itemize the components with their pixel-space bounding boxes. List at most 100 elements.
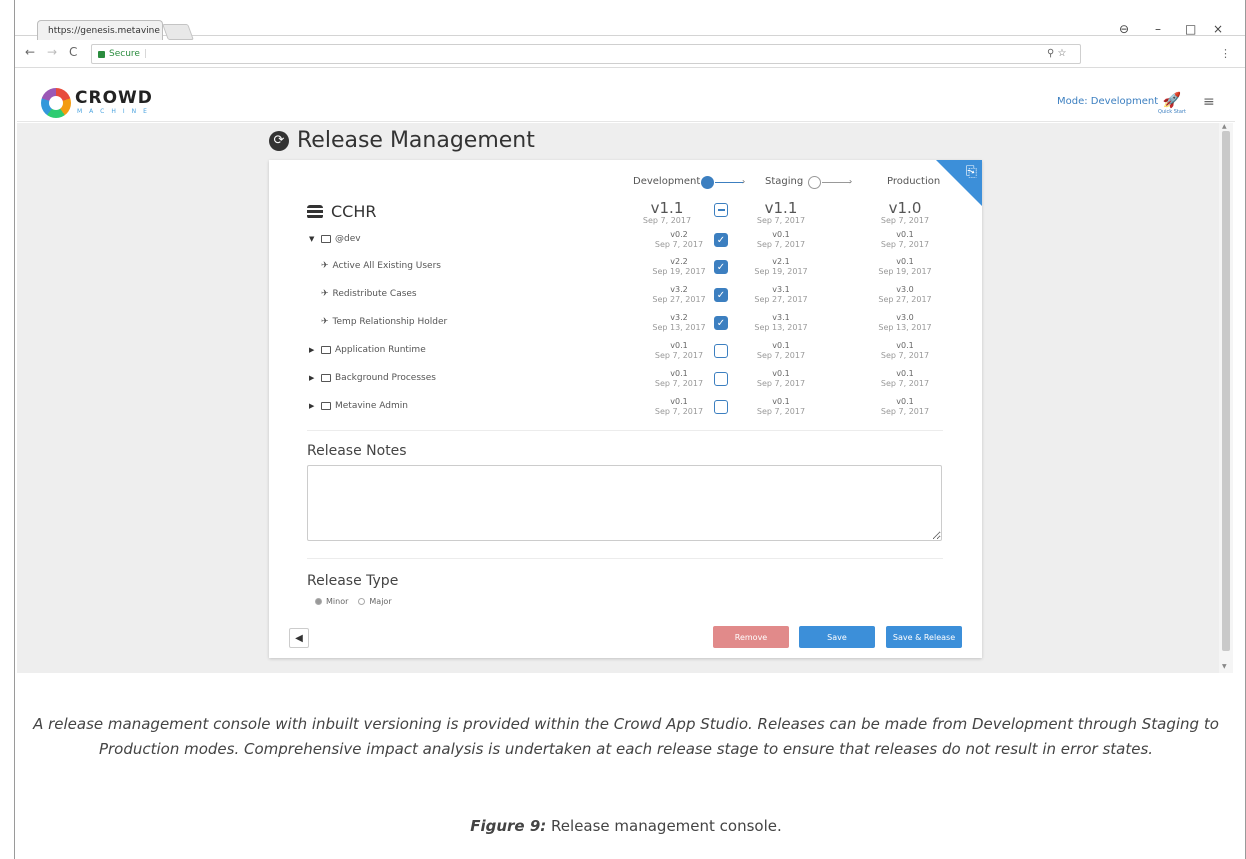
arrow-left-icon: ◀ (295, 632, 303, 644)
vertical-scrollbar[interactable]: ▲ ▼ (1219, 123, 1233, 673)
row-name[interactable]: ✈ Active All Existing Users (321, 261, 441, 271)
row-checkbox[interactable]: ✓ (714, 233, 728, 247)
radio-minor[interactable] (315, 598, 322, 605)
caret-right-icon[interactable]: ▶ (309, 374, 317, 382)
table-row: ▶ Background Processes v0.1 Sep 7, 2017 v… (269, 367, 982, 395)
staging-version: v0.1 Sep 7, 2017 (756, 369, 806, 388)
url-input[interactable]: Secure | (91, 44, 1081, 64)
save-release-button[interactable]: Save & Release (886, 626, 962, 648)
staging-version: v0.1 Sep 7, 2017 (756, 230, 806, 249)
stage-dot-inactive (808, 176, 821, 189)
quick-start-button[interactable]: 🚀 Quick Start (1157, 90, 1187, 115)
browser-titlebar: https://genesis.metavine × ⊖ – □ × (15, 0, 1245, 40)
table-row: ▼ @dev v0.2 Sep 7, 2017 ✓ v0.1 Sep 7, 2017… (269, 228, 982, 256)
figure-description: A release management console with inbuil… (33, 715, 1219, 758)
stage-connector (715, 182, 743, 183)
row-checkbox[interactable] (714, 372, 728, 386)
dev-version: v3.2 Sep 27, 2017 (652, 285, 706, 304)
radio-major[interactable] (358, 598, 366, 605)
dev-version: v0.1 Sep 7, 2017 (654, 341, 704, 360)
release-type-radios: Minor Major (315, 597, 392, 606)
row-name[interactable]: ✈ Redistribute Cases (321, 289, 417, 299)
app-version-row: v1.1 Sep 7, 2017 v1.1 Sep 7, 2017 v1.0 S… (269, 198, 982, 226)
production-version: v3.0 Sep 13, 2017 (878, 313, 932, 332)
caret-right-icon[interactable]: ▶ (309, 402, 317, 410)
row-name[interactable]: ✈ Temp Relationship Holder (321, 317, 447, 327)
staging-version: v3.1 Sep 13, 2017 (754, 313, 808, 332)
row-name[interactable]: ▼ @dev (309, 234, 361, 244)
staging-version: v0.1 Sep 7, 2017 (756, 397, 806, 416)
figure-text: Release management console. (551, 817, 782, 835)
stage-connector (822, 182, 850, 183)
production-version: v0.1 Sep 19, 2017 (878, 257, 932, 276)
remove-button[interactable]: Remove (713, 626, 789, 648)
dev-version: v0.2 Sep 7, 2017 (654, 230, 704, 249)
figure-label: Figure 9: (470, 817, 547, 835)
release-notes-input[interactable] (307, 465, 942, 541)
hamburger-menu-icon[interactable]: ≡ (1203, 94, 1215, 110)
new-tab-button[interactable] (162, 24, 194, 40)
profile-icon[interactable]: ⊖ (1119, 22, 1129, 36)
scroll-down-icon[interactable]: ▼ (1222, 663, 1227, 670)
process-icon: ✈ (321, 289, 329, 299)
scroll-thumb[interactable] (1222, 131, 1230, 651)
app-header: CROWD MACHINE Mode: Development 🚀 Quick … (17, 82, 1235, 122)
tab-title: https://genesis.metavine (48, 25, 160, 36)
row-name[interactable]: ▶ Metavine Admin (309, 401, 408, 411)
app-dev-version: v1.1 Sep 7, 2017 (642, 199, 692, 225)
stage-development: Development (633, 176, 701, 187)
close-window-icon[interactable]: × (1213, 22, 1223, 36)
row-checkbox[interactable]: ✓ (714, 316, 728, 330)
document-frame: https://genesis.metavine × ⊖ – □ × ← → C… (14, 0, 1246, 859)
caret-down-icon[interactable]: ▼ (309, 235, 317, 243)
table-row: ▶ Application Runtime v0.1 Sep 7, 2017 v0… (269, 339, 982, 367)
stage-progress: Development › Staging › Production (269, 174, 982, 192)
radio-major-label: Major (369, 597, 392, 606)
process-icon: ✈ (321, 317, 329, 327)
page-title: ⟳ Release Management (269, 128, 535, 153)
browser-tab[interactable]: https://genesis.metavine × (37, 20, 171, 40)
key-star-icons[interactable]: ⚲ ☆ (1047, 48, 1066, 59)
staging-version: v3.1 Sep 27, 2017 (754, 285, 808, 304)
browser-menu-icon[interactable]: ⋮ (1220, 47, 1231, 60)
row-checkbox[interactable] (714, 400, 728, 414)
logo-subtext: MACHINE (77, 108, 154, 115)
row-name[interactable]: ▶ Background Processes (309, 373, 436, 383)
app-production-version: v1.0 Sep 7, 2017 (880, 199, 930, 225)
row-name[interactable]: ▶ Application Runtime (309, 345, 426, 355)
stage-arrow-icon: › (742, 177, 746, 186)
reload-icon[interactable]: C (69, 45, 77, 59)
scroll-up-icon[interactable]: ▲ (1222, 123, 1227, 130)
lock-icon (98, 50, 105, 58)
select-all-checkbox[interactable] (714, 203, 728, 217)
crowd-logo-icon (41, 88, 71, 118)
maximize-icon[interactable]: □ (1185, 22, 1196, 36)
mode-link[interactable]: Mode: Development (1057, 96, 1158, 107)
table-row: ✈ Temp Relationship Holder v3.2 Sep 13, 2… (269, 311, 982, 339)
production-version: v0.1 Sep 7, 2017 (880, 230, 930, 249)
table-row: ✈ Redistribute Cases v3.2 Sep 27, 2017 ✓ … (269, 283, 982, 311)
staging-version: v2.1 Sep 19, 2017 (754, 257, 808, 276)
stage-production: Production (887, 176, 941, 187)
release-card: ⎘ Development › Staging › Production CCH… (269, 160, 982, 658)
forward-arrow-icon[interactable]: → (47, 45, 57, 59)
page-title-text: Release Management (297, 128, 535, 153)
row-checkbox[interactable]: ✓ (714, 260, 728, 274)
address-bar: ← → C Secure | ⚲ ☆ ⋮ (15, 40, 1245, 68)
dev-version: v0.1 Sep 7, 2017 (654, 397, 704, 416)
minimize-icon[interactable]: – (1155, 22, 1161, 36)
staging-version: v0.1 Sep 7, 2017 (756, 341, 806, 360)
row-checkbox[interactable] (714, 344, 728, 358)
caret-right-icon[interactable]: ▶ (309, 346, 317, 354)
release-icon: ⟳ (269, 130, 289, 151)
process-icon: ✈ (321, 261, 329, 271)
table-row: ✈ Active All Existing Users v2.2 Sep 19, … (269, 255, 982, 283)
folder-icon (321, 402, 331, 410)
rocket-icon: 🚀 (1162, 91, 1182, 109)
back-button[interactable]: ◀ (289, 628, 309, 648)
dev-version: v2.2 Sep 19, 2017 (652, 257, 706, 276)
save-button[interactable]: Save (799, 626, 875, 648)
folder-icon (321, 346, 331, 354)
back-arrow-icon[interactable]: ← (25, 45, 35, 59)
row-checkbox[interactable]: ✓ (714, 288, 728, 302)
